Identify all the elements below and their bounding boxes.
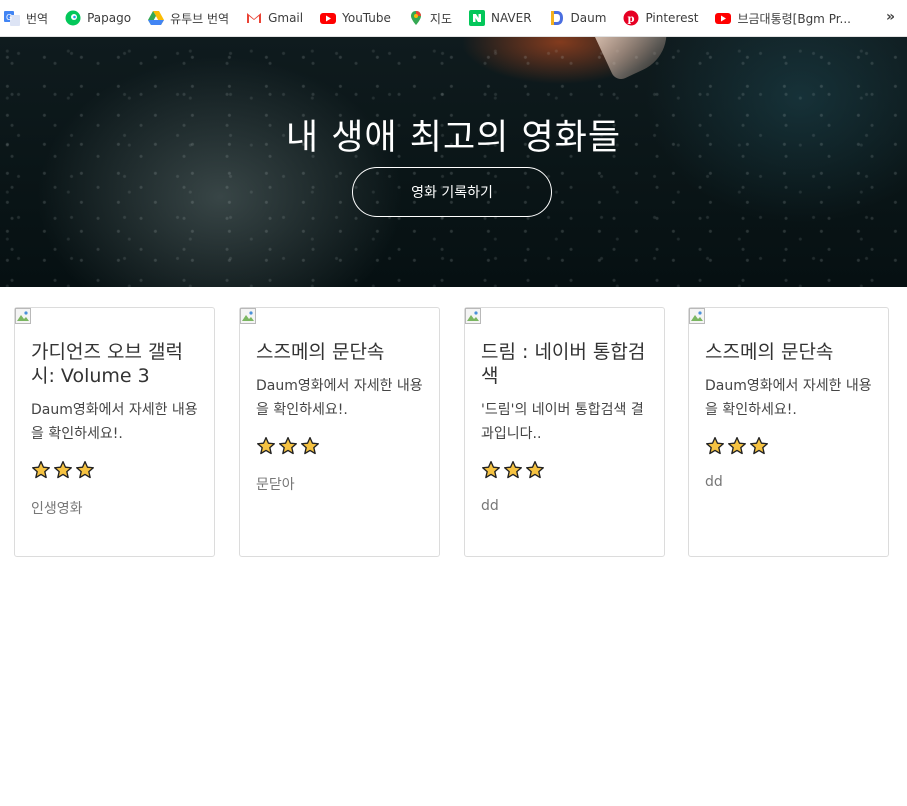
bookmark-gmail[interactable]: Gmail — [246, 6, 303, 30]
svg-text:p: p — [628, 14, 635, 25]
movie-description: Daum영화에서 자세한 내용을 확인하세요!. — [31, 402, 198, 442]
gmail-icon — [246, 10, 262, 26]
movie-memo: 인생영화 — [31, 501, 83, 517]
hero-background-texture — [0, 37, 907, 287]
star-icon — [76, 461, 95, 479]
youtube-icon — [320, 10, 337, 26]
google-translate-icon: G — [4, 10, 20, 26]
bookmark-label: NAVER — [491, 11, 532, 25]
star-icon — [750, 437, 768, 455]
movie-card[interactable]: 스즈메의 문단속 Daum영화에서 자세한 내용을 확인하세요!. dd — [688, 307, 889, 557]
star-icon — [728, 437, 746, 455]
broken-image-icon — [465, 308, 481, 324]
star-icon — [301, 437, 319, 455]
movie-title: 드림 : 네이버 통합검색 — [481, 341, 646, 387]
bookmark-papago[interactable]: Papago — [65, 6, 131, 30]
star-rating — [705, 436, 872, 460]
bookmark-label: Pinterest — [645, 11, 699, 25]
star-rating — [481, 460, 648, 484]
more-bookmarks-chevron-icon[interactable]: » — [886, 9, 895, 25]
movie-title: 스즈메의 문단속 — [256, 341, 385, 363]
movie-card[interactable]: 가디언즈 오브 갤럭시: Volume 3 Daum영화에서 자세한 내용을 확… — [14, 307, 215, 557]
broken-image-icon — [240, 308, 256, 324]
movie-memo: 문닫아 — [256, 477, 295, 493]
star-icon — [54, 461, 73, 479]
pinterest-icon: p — [623, 10, 639, 26]
bookmark-naver[interactable]: NAVER — [469, 6, 532, 30]
add-movie-record-button[interactable]: 영화 기록하기 — [352, 167, 552, 217]
bookmark-label: 번역 — [26, 11, 49, 26]
bookmark-label: 유투브 번역 — [170, 11, 230, 26]
papago-icon — [65, 10, 81, 26]
bookmark-translate[interactable]: G 번역 — [4, 6, 48, 30]
page-title: 내 생애 최고의 영화들 — [285, 118, 622, 158]
bookmark-label: Papago — [87, 11, 132, 25]
bookmark-label: YouTube — [342, 11, 391, 25]
bookmark-maps[interactable]: 지도 — [408, 6, 452, 30]
movie-card[interactable]: 드림 : 네이버 통합검색 '드림'의 네이버 통합검색 결과입니다.. dd — [464, 307, 665, 557]
bookmark-youtube-translate[interactable]: 유투브 번역 — [148, 6, 229, 30]
star-icon — [279, 437, 297, 455]
broken-image-icon — [689, 308, 705, 324]
star-rating — [256, 436, 423, 460]
bookmark-youtube[interactable]: YouTube — [320, 6, 391, 30]
bookmarks-bar: G 번역 Papago 유투브 번역 Gmail YouTube 지도 NAVE… — [0, 0, 907, 37]
naver-icon — [469, 10, 485, 26]
bookmark-label: 브금대통령[Bgm Pr... — [737, 11, 851, 26]
bookmark-daum[interactable]: Daum — [549, 6, 607, 30]
movie-card[interactable]: 스즈메의 문단속 Daum영화에서 자세한 내용을 확인하세요!. 문닫아 — [239, 307, 440, 557]
bookmark-bgm[interactable]: 브금대통령[Bgm Pr... — [715, 6, 851, 30]
movie-memo: dd — [705, 474, 723, 490]
bookmark-label: Daum — [570, 11, 607, 25]
movie-description: Daum영화에서 자세한 내용을 확인하세요!. — [256, 378, 423, 418]
bookmark-label: 지도 — [429, 11, 452, 26]
hero-banner: 내 생애 최고의 영화들 영화 기록하기 — [0, 37, 907, 287]
star-icon — [257, 437, 275, 455]
star-icon — [31, 461, 50, 479]
broken-image-icon — [15, 308, 31, 324]
bookmark-label: Gmail — [268, 11, 304, 25]
movie-description: Daum영화에서 자세한 내용을 확인하세요!. — [705, 378, 872, 418]
google-maps-icon — [408, 10, 424, 26]
movie-description: '드림'의 네이버 통합검색 결과입니다.. — [481, 402, 644, 442]
star-icon — [526, 461, 544, 479]
youtube-icon — [715, 10, 732, 26]
svg-text:G: G — [6, 13, 12, 22]
bookmark-pinterest[interactable]: p Pinterest — [623, 6, 698, 30]
movie-memo: dd — [481, 498, 499, 514]
star-rating — [31, 460, 198, 484]
movie-title: 스즈메의 문단속 — [705, 341, 834, 363]
daum-icon — [549, 10, 565, 26]
star-icon — [482, 461, 500, 479]
movie-title: 가디언즈 오브 갤럭시: Volume 3 — [31, 341, 183, 387]
star-icon — [706, 437, 724, 455]
star-icon — [504, 461, 522, 479]
google-drive-icon — [148, 10, 165, 26]
